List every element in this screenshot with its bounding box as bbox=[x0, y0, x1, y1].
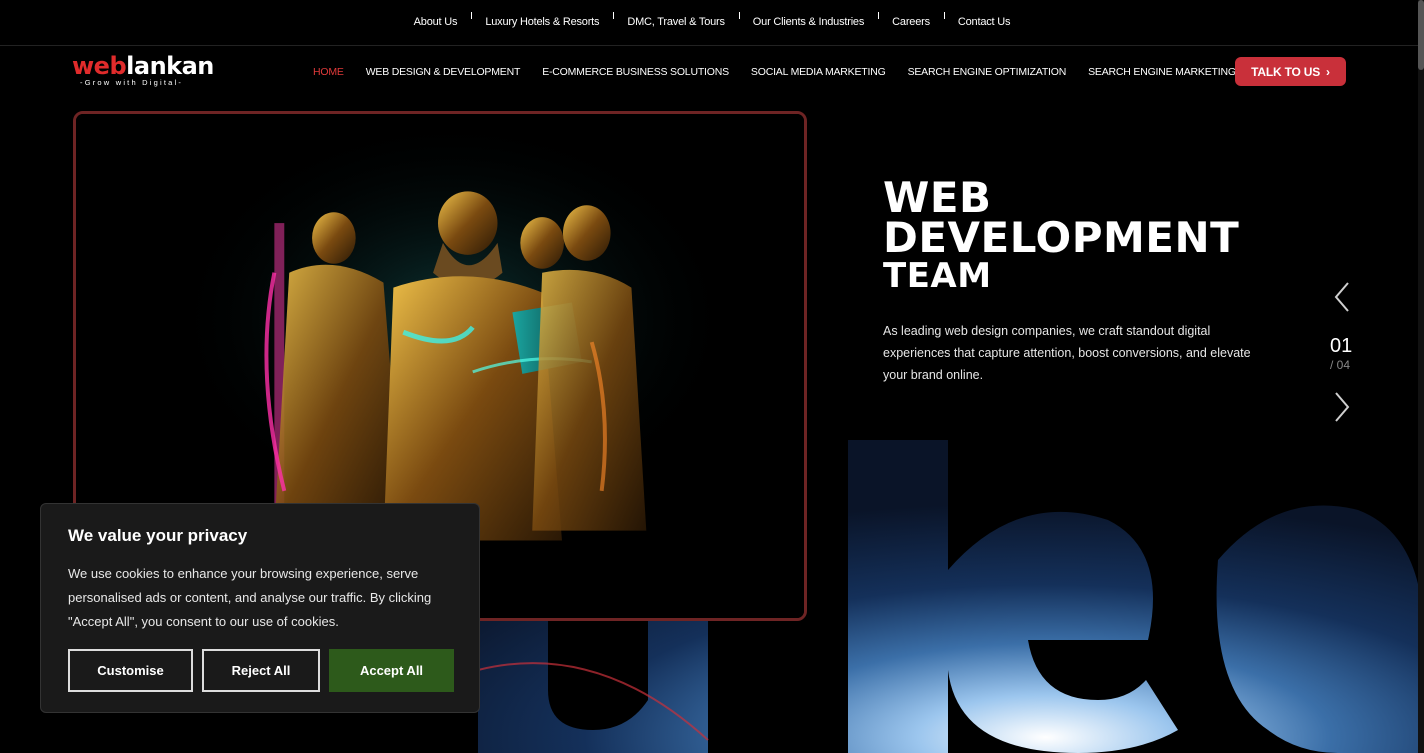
cookie-reject-button[interactable]: Reject All bbox=[202, 649, 320, 692]
cookie-body: We use cookies to enhance your browsing … bbox=[68, 566, 432, 629]
utility-link-dmc-travel[interactable]: DMC, Travel & Tours bbox=[613, 12, 738, 28]
utility-link-luxury-hotels[interactable]: Luxury Hotels & Resorts bbox=[471, 12, 613, 28]
hero-title: WEB DEVELOPMENT TEAM bbox=[883, 173, 1303, 296]
top-utility-bar: About Us Luxury Hotels & Resorts DMC, Tr… bbox=[0, 0, 1424, 46]
utility-links: About Us Luxury Hotels & Resorts DMC, Tr… bbox=[0, 0, 1424, 44]
nav-item-ecommerce[interactable]: E-COMMERCE BUSINESS SOLUTIONS bbox=[531, 66, 740, 78]
nav-item-home[interactable]: HOME bbox=[302, 66, 355, 78]
chevron-right-icon[interactable] bbox=[1330, 390, 1354, 424]
slide-counter: 01 / 04 bbox=[1330, 334, 1352, 372]
cookie-buttons: Customise Reject All Accept All bbox=[68, 649, 454, 692]
chevron-left-icon[interactable] bbox=[1330, 280, 1354, 314]
utility-link-careers[interactable]: Careers bbox=[878, 12, 944, 28]
cookie-title: We value your privacy bbox=[68, 526, 248, 545]
nav-item-sem[interactable]: SEARCH ENGINE MARKETING bbox=[1077, 66, 1247, 78]
logo-word-web: web bbox=[72, 52, 127, 80]
utility-link-clients[interactable]: Our Clients & Industries bbox=[738, 12, 878, 28]
chevron-right-icon: › bbox=[1326, 64, 1330, 79]
utility-link-about[interactable]: About Us bbox=[400, 16, 472, 28]
hero-title-line1: WEB bbox=[883, 173, 992, 222]
hero-description: As leading web design companies, we craf… bbox=[883, 324, 1251, 382]
nav-item-seo[interactable]: SEARCH ENGINE OPTIMIZATION bbox=[897, 66, 1078, 78]
cookie-customise-button[interactable]: Customise bbox=[68, 649, 193, 692]
cookie-consent-banner: We value your privacy We use cookies to … bbox=[40, 503, 480, 713]
hero-title-line3: TEAM bbox=[883, 256, 992, 296]
nav-item-web-design[interactable]: WEB DESIGN & DEVELOPMENT bbox=[355, 66, 531, 78]
logo-word-lankan: lankan bbox=[126, 52, 214, 80]
scrollbar-thumb[interactable] bbox=[1418, 0, 1424, 70]
slide-current: 01 bbox=[1330, 335, 1353, 357]
site-logo[interactable]: weblankan -Grow with Digital- bbox=[72, 52, 214, 92]
talk-to-us-button[interactable]: TALK TO US › bbox=[1235, 57, 1346, 86]
page-scrollbar[interactable] bbox=[1418, 0, 1424, 753]
utility-link-contact[interactable]: Contact Us bbox=[943, 12, 1024, 28]
main-nav: HOME WEB DESIGN & DEVELOPMENT E-COMMERCE… bbox=[302, 66, 1247, 78]
slide-total: / 04 bbox=[1330, 358, 1351, 372]
talk-to-us-label: TALK TO US bbox=[1251, 64, 1321, 79]
cookie-accept-button[interactable]: Accept All bbox=[329, 649, 454, 692]
nav-item-social-media[interactable]: SOCIAL MEDIA MARKETING bbox=[740, 66, 897, 78]
hero-title-line2: DEVELOPMENT bbox=[883, 213, 1240, 262]
logo-wordmark: weblankan bbox=[72, 52, 214, 80]
